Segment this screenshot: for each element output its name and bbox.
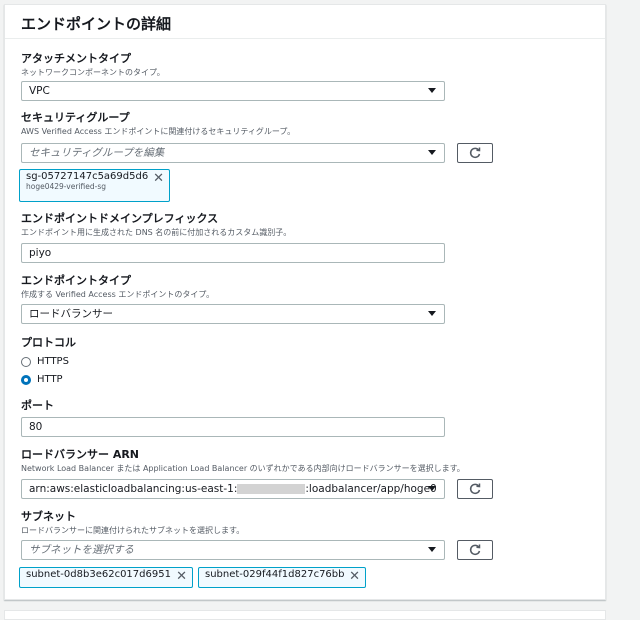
lb-arn-field: ロードバランサー ARN Network Load Balancer または A… <box>21 448 465 474</box>
protocol-option-http-label: HTTP <box>37 374 63 385</box>
subnet-token: subnet-029f44f1d827c76bb ✕ <box>198 567 366 588</box>
radio-button-selected[interactable] <box>21 374 31 385</box>
refresh-security-groups-button[interactable] <box>457 143 493 163</box>
subnet-token: subnet-0d8b3e62c017d6951 ✕ <box>19 567 193 588</box>
panel-title: エンドポイントの詳細 <box>21 15 172 33</box>
endpoint-type-value: ロードバランサー <box>29 308 113 320</box>
lb-arn-label: ロードバランサー ARN <box>21 448 140 461</box>
subnets-label: サブネット <box>21 510 76 523</box>
security-groups-label: セキュリティグループ <box>21 111 130 124</box>
security-group-token-name: hoge0429-verified-sg <box>26 182 107 191</box>
lb-arn-value: arn:aws:elasticloadbalancing:us-east-1::… <box>29 483 437 495</box>
refresh-icon <box>469 483 481 495</box>
attachment-type-description: ネットワークコンポーネントのタイプ。 <box>21 68 165 77</box>
caret-down-icon <box>428 150 436 155</box>
domain-prefix-value: piyo <box>29 247 52 259</box>
lb-arn-description: Network Load Balancer または Application Lo… <box>21 464 465 473</box>
security-groups-field: セキュリティグループ AWS Verified Access エンドポイントに関… <box>21 111 295 137</box>
redacted-account-id <box>237 484 306 494</box>
port-field: ポート <box>21 399 54 413</box>
security-groups-placeholder: セキュリティグループを編集 <box>29 147 165 159</box>
domain-prefix-input[interactable]: piyo <box>21 243 445 263</box>
security-groups-select[interactable]: セキュリティグループを編集 <box>21 143 445 163</box>
security-group-token-id: sg-05727147c5a69d5d6 <box>26 171 149 182</box>
endpoint-type-select[interactable]: ロードバランサー <box>21 304 445 324</box>
endpoint-type-description: 作成する Verified Access エンドポイントのタイプ。 <box>21 290 215 299</box>
subnet-token-id: subnet-029f44f1d827c76bb <box>205 569 345 580</box>
security-group-token: sg-05727147c5a69d5d6 hoge0429-verified-s… <box>19 169 170 202</box>
protocol-option-https[interactable]: HTTPS <box>21 356 69 367</box>
lb-arn-select[interactable]: arn:aws:elasticloadbalancing:us-east-1::… <box>21 479 445 499</box>
refresh-icon <box>469 147 481 159</box>
port-label: ポート <box>21 399 54 412</box>
subnets-field: サブネット ロードバランサーに関連付けられたサブネットを選択します。 <box>21 510 244 536</box>
protocol-option-http[interactable]: HTTP <box>21 374 63 385</box>
caret-down-icon <box>428 547 436 552</box>
domain-prefix-description: エンドポイント用に生成された DNS 名の前に付加されるカスタム識別子。 <box>21 228 292 237</box>
protocol-label: プロトコル <box>21 336 76 349</box>
radio-button[interactable] <box>21 356 31 367</box>
endpoint-type-label: エンドポイントタイプ <box>21 274 131 287</box>
attachment-type-select[interactable]: VPC <box>21 81 445 101</box>
endpoint-details-panel: エンドポイントの詳細 アタッチメントタイプ ネットワークコンポーネントのタイプ。… <box>4 4 606 600</box>
next-panel-edge <box>4 610 606 620</box>
refresh-subnets-button[interactable] <box>457 540 493 560</box>
subnets-description: ロードバランサーに関連付けられたサブネットを選択します。 <box>21 526 245 535</box>
refresh-lb-arn-button[interactable] <box>457 479 493 499</box>
remove-token-icon[interactable]: ✕ <box>349 570 360 584</box>
domain-prefix-label: エンドポイントドメインプレフィックス <box>21 212 219 225</box>
refresh-icon <box>469 544 481 556</box>
port-input[interactable]: 80 <box>21 417 445 437</box>
subnets-placeholder: サブネットを選択する <box>29 544 134 556</box>
remove-token-icon[interactable]: ✕ <box>153 172 164 186</box>
attachment-type-field: アタッチメントタイプ ネットワークコンポーネントのタイプ。 <box>21 52 165 78</box>
caret-down-icon <box>428 88 436 93</box>
caret-down-icon <box>428 311 436 316</box>
remove-token-icon[interactable]: ✕ <box>176 570 187 584</box>
port-value: 80 <box>29 421 43 433</box>
subnet-token-id: subnet-0d8b3e62c017d6951 <box>26 569 171 580</box>
domain-prefix-field: エンドポイントドメインプレフィックス エンドポイント用に生成された DNS 名の… <box>21 212 291 238</box>
security-groups-description: AWS Verified Access エンドポイントに関連付けるセキュリティグ… <box>21 127 296 136</box>
attachment-type-value: VPC <box>29 85 50 97</box>
subnets-select[interactable]: サブネットを選択する <box>21 540 445 560</box>
protocol-option-https-label: HTTPS <box>37 356 69 367</box>
endpoint-type-field: エンドポイントタイプ 作成する Verified Access エンドポイントの… <box>21 274 214 300</box>
attachment-type-label: アタッチメントタイプ <box>21 52 131 65</box>
caret-down-icon <box>428 486 436 491</box>
protocol-field: プロトコル <box>21 336 76 350</box>
panel-header: エンドポイントの詳細 <box>5 5 605 39</box>
